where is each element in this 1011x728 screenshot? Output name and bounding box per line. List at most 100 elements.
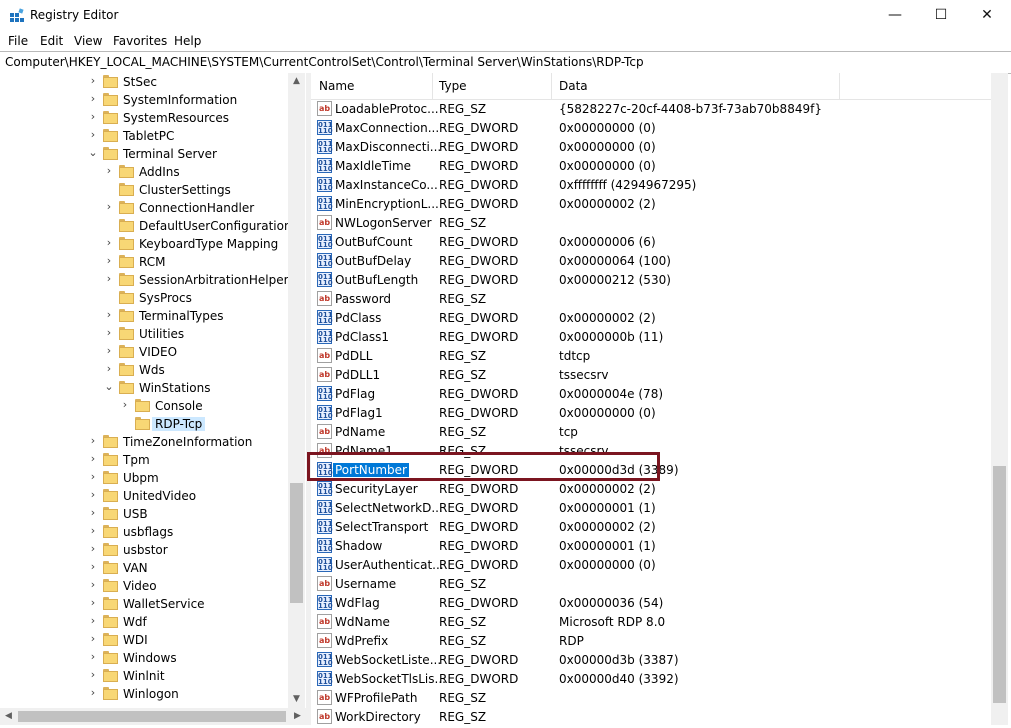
minimize-button[interactable]: — xyxy=(872,0,918,31)
menu-edit[interactable]: Edit xyxy=(40,34,63,48)
chevron-right-icon[interactable]: › xyxy=(104,200,114,213)
value-row[interactable]: ab WdName REG_SZ Microsoft RDP 8.0 xyxy=(311,612,991,631)
value-row[interactable]: ab Username REG_SZ xyxy=(311,574,991,593)
value-row[interactable]: ab NWLogonServer REG_SZ xyxy=(311,213,991,232)
value-row[interactable]: ab Password REG_SZ xyxy=(311,289,991,308)
tree-item[interactable]: › Wdf xyxy=(0,613,288,631)
tree-item[interactable]: DefaultUserConfiguration xyxy=(0,217,292,235)
value-row[interactable]: 011 110 UserAuthenticat... REG_DWORD 0x0000… xyxy=(311,555,991,574)
tree-item[interactable]: › WalletService xyxy=(0,595,288,613)
tree-item[interactable]: › AddIns xyxy=(0,163,288,181)
tree-item[interactable]: › UnitedVideo xyxy=(0,487,288,505)
tree-item[interactable]: › TabletPC xyxy=(0,127,288,145)
scroll-left-arrow-icon[interactable]: ◀ xyxy=(0,708,17,725)
tree-item[interactable]: › Windows xyxy=(0,649,288,667)
chevron-right-icon[interactable]: › xyxy=(88,110,98,123)
menu-file[interactable]: File xyxy=(8,34,28,48)
tree-item[interactable]: › Ubpm xyxy=(0,469,288,487)
tree-item[interactable]: ⌄ WinStations xyxy=(0,379,288,397)
chevron-right-icon[interactable]: › xyxy=(88,488,98,501)
maximize-button[interactable]: ☐ xyxy=(918,0,964,31)
chevron-right-icon[interactable]: › xyxy=(104,164,114,177)
tree-scroll-thumb[interactable] xyxy=(290,483,303,603)
column-divider[interactable] xyxy=(551,73,552,99)
tree-item[interactable]: › usbstor xyxy=(0,541,288,559)
tree-item[interactable]: › SessionArbitrationHelper xyxy=(0,271,289,289)
value-row[interactable]: 011 110 MaxIdleTime REG_DWORD 0x00000000 (0… xyxy=(311,156,991,175)
tree-item[interactable]: › USB xyxy=(0,505,288,523)
chevron-down-icon[interactable]: ⌄ xyxy=(104,380,114,393)
value-row[interactable]: ab WFProfilePath REG_SZ xyxy=(311,688,991,707)
chevron-right-icon[interactable]: › xyxy=(88,614,98,627)
value-row[interactable]: 011 110 SelectNetworkD... REG_DWORD 0x00000… xyxy=(311,498,991,517)
value-row[interactable]: 011 110 PdClass REG_DWORD 0x00000002 (2) xyxy=(311,308,991,327)
value-row[interactable]: ab LoadableProtoc... REG_SZ {5828227c-20cf-… xyxy=(311,99,991,118)
tree-item[interactable]: RDP-Tcp xyxy=(0,415,288,433)
chevron-right-icon[interactable]: › xyxy=(88,92,98,105)
tree-item[interactable]: ⌄ Terminal Server xyxy=(0,145,288,163)
key-tree-pane[interactable]: › StSec › SystemInformation › SystemResources… xyxy=(0,73,306,708)
tree-item[interactable]: › VIDEO xyxy=(0,343,288,361)
chevron-right-icon[interactable]: › xyxy=(88,524,98,537)
address-path[interactable]: Computer\HKEY_LOCAL_MACHINE\SYSTEM\Curre… xyxy=(5,55,644,69)
column-divider[interactable] xyxy=(432,73,433,99)
value-row[interactable]: 011 110 PdClass1 REG_DWORD 0x0000000b (11) xyxy=(311,327,991,346)
chevron-right-icon[interactable]: › xyxy=(104,236,114,249)
values-vertical-scrollbar[interactable] xyxy=(991,73,1008,725)
tree-item[interactable]: ClusterSettings xyxy=(0,181,288,199)
chevron-right-icon[interactable]: › xyxy=(88,596,98,609)
tree-item[interactable]: › Tpm xyxy=(0,451,288,469)
chevron-right-icon[interactable]: › xyxy=(88,686,98,699)
chevron-right-icon[interactable]: › xyxy=(88,650,98,663)
tree-item[interactable]: › KeyboardType Mapping xyxy=(0,235,288,253)
chevron-right-icon[interactable]: › xyxy=(88,668,98,681)
tree-item[interactable]: › Utilities xyxy=(0,325,288,343)
value-row[interactable]: ab PdName REG_SZ tcp xyxy=(311,422,991,441)
menu-favorites[interactable]: Favorites xyxy=(113,34,167,48)
value-row[interactable]: ab PdDLL1 REG_SZ tssecsrv xyxy=(311,365,991,384)
tree-item[interactable]: › Wds xyxy=(0,361,288,379)
tree-item[interactable]: › StSec xyxy=(0,73,288,91)
value-row[interactable]: 011 110 MaxDisconnecti... REG_DWORD 0x00000… xyxy=(311,137,991,156)
column-type-header[interactable]: Type xyxy=(439,79,467,93)
column-divider[interactable] xyxy=(839,73,840,99)
value-row[interactable]: 011 110 MinEncryptionL... REG_DWORD 0x00000… xyxy=(311,194,991,213)
chevron-right-icon[interactable]: › xyxy=(88,506,98,519)
tree-item[interactable]: › VAN xyxy=(0,559,288,577)
value-row[interactable]: 011 110 SecurityLayer REG_DWORD 0x00000002 … xyxy=(311,479,991,498)
value-row[interactable]: 011 110 WebSocketTlsLis... REG_DWORD 0x0000… xyxy=(311,669,991,688)
chevron-right-icon[interactable]: › xyxy=(104,326,114,339)
column-data-header[interactable]: Data xyxy=(559,79,588,93)
chevron-down-icon[interactable]: ⌄ xyxy=(88,146,98,159)
value-row[interactable]: 011 110 PdFlag1 REG_DWORD 0x00000000 (0) xyxy=(311,403,991,422)
value-row[interactable]: 011 110 OutBufLength REG_DWORD 0x00000212 (… xyxy=(311,270,991,289)
values-scroll-thumb[interactable] xyxy=(993,466,1006,703)
tree-item[interactable]: › Winlnit xyxy=(0,667,288,685)
chevron-right-icon[interactable]: › xyxy=(88,128,98,141)
tree-item[interactable]: › usbflags xyxy=(0,523,288,541)
tree-horizontal-scrollbar[interactable]: ◀ ▶ xyxy=(0,708,306,725)
value-row[interactable]: 011 110 SelectTransport REG_DWORD 0x0000000… xyxy=(311,517,991,536)
chevron-right-icon[interactable]: › xyxy=(88,434,98,447)
chevron-right-icon[interactable]: › xyxy=(88,542,98,555)
chevron-right-icon[interactable]: › xyxy=(104,272,114,285)
address-bar[interactable]: Computer\HKEY_LOCAL_MACHINE\SYSTEM\Curre… xyxy=(0,51,1011,74)
value-row[interactable]: 011 110 WebSocketListe... REG_DWORD 0x00000… xyxy=(311,650,991,669)
value-row[interactable]: 011 110 MaxInstanceCo... REG_DWORD 0xffffff… xyxy=(311,175,991,194)
tree-item[interactable]: › ConnectionHandler xyxy=(0,199,288,217)
chevron-right-icon[interactable]: › xyxy=(88,632,98,645)
value-row[interactable]: 011 110 OutBufCount REG_DWORD 0x00000006 (6… xyxy=(311,232,991,251)
tree-item[interactable]: › TimeZoneInformation xyxy=(0,433,288,451)
tree-item[interactable]: › Winlogon xyxy=(0,685,288,703)
tree-item[interactable]: › TerminalTypes xyxy=(0,307,288,325)
menu-help[interactable]: Help xyxy=(174,34,201,48)
tree-item[interactable]: › SystemInformation xyxy=(0,91,288,109)
value-row[interactable]: ab WdPrefix REG_SZ RDP xyxy=(311,631,991,650)
tree-item[interactable]: › SystemResources xyxy=(0,109,288,127)
chevron-right-icon[interactable]: › xyxy=(88,452,98,465)
tree-item[interactable]: › WDI xyxy=(0,631,288,649)
column-name-header[interactable]: Name xyxy=(319,79,354,93)
menu-view[interactable]: View xyxy=(74,34,102,48)
chevron-right-icon[interactable]: › xyxy=(104,308,114,321)
scroll-down-arrow-icon[interactable]: ▼ xyxy=(288,691,305,708)
